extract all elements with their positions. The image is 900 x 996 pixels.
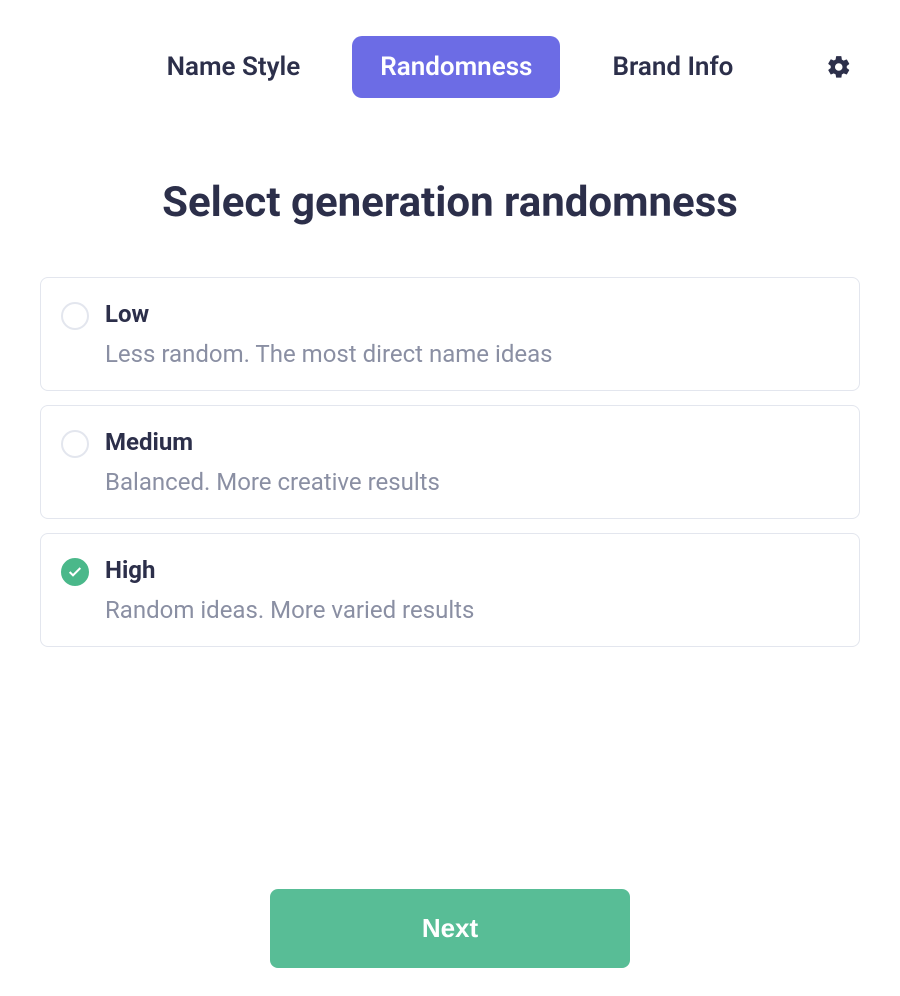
page-heading: Select generation randomness <box>40 178 860 227</box>
check-icon <box>67 564 83 580</box>
option-medium[interactable]: Medium Balanced. More creative results <box>40 405 860 519</box>
tab-brand-info[interactable]: Brand Info <box>584 36 761 98</box>
radio-checked-icon <box>61 558 89 586</box>
tab-randomness[interactable]: Randomness <box>352 36 560 98</box>
tab-bar: Name Style Randomness Brand Info <box>40 36 860 98</box>
option-desc: Less random. The most direct name ideas <box>105 340 553 368</box>
option-text: High Random ideas. More varied results <box>105 556 474 624</box>
option-title: High <box>105 556 474 584</box>
randomness-options: Low Less random. The most direct name id… <box>40 277 860 647</box>
tab-name-style[interactable]: Name Style <box>139 36 329 98</box>
option-desc: Balanced. More creative results <box>105 468 440 496</box>
settings-button[interactable] <box>818 46 860 88</box>
option-title: Medium <box>105 428 440 456</box>
option-low[interactable]: Low Less random. The most direct name id… <box>40 277 860 391</box>
next-button[interactable]: Next <box>270 889 630 968</box>
spacer <box>40 647 860 889</box>
tabs-group: Name Style Randomness Brand Info <box>139 36 762 98</box>
gear-icon <box>826 54 852 80</box>
option-high[interactable]: High Random ideas. More varied results <box>40 533 860 647</box>
option-desc: Random ideas. More varied results <box>105 596 474 624</box>
footer-actions: Next <box>40 889 860 996</box>
radio-unchecked-icon <box>61 302 89 330</box>
radio-unchecked-icon <box>61 430 89 458</box>
option-text: Low Less random. The most direct name id… <box>105 300 553 368</box>
option-text: Medium Balanced. More creative results <box>105 428 440 496</box>
option-title: Low <box>105 300 553 328</box>
